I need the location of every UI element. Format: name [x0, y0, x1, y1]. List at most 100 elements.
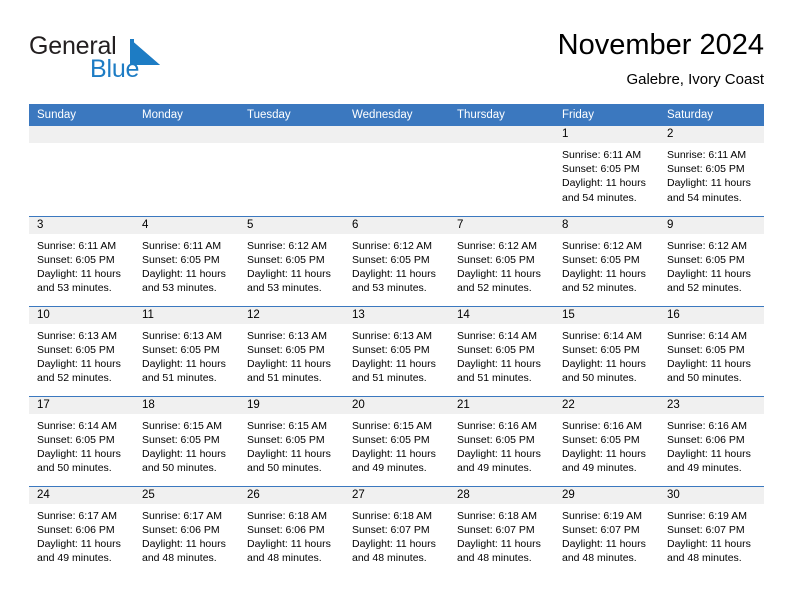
brand-name-blue: Blue [90, 55, 140, 83]
calendar-day-cell[interactable]: 6 Sunrise: 6:12 AM Sunset: 6:05 PM Daylight… [344, 215, 449, 306]
daylight-text-line2: and 50 minutes. [562, 372, 637, 385]
calendar-day-cell[interactable]: 7 Sunrise: 6:12 AM Sunset: 6:05 PM Daylight… [449, 215, 554, 306]
calendar-day-cell[interactable]: 18 Sunrise: 6:15 AM Sunset: 6:05 PM Dayligh… [134, 395, 239, 486]
calendar-day-cell[interactable]: 14 Sunrise: 6:14 AM Sunset: 6:05 PM Dayligh… [449, 305, 554, 396]
daylight-text-line1: Daylight: 11 hours [352, 537, 436, 550]
calendar-day-cell[interactable]: 28 Sunrise: 6:18 AM Sunset: 6:07 PM Dayligh… [449, 485, 554, 576]
calendar-day-cell[interactable]: 2 Sunrise: 6:11 AM Sunset: 6:05 PM Daylight… [659, 126, 764, 216]
calendar-day-cell[interactable]: 22 Sunrise: 6:16 AM Sunset: 6:05 PM Dayligh… [554, 395, 659, 486]
day-details: Sunrise: 6:19 AM Sunset: 6:07 PM Daylight:… [659, 504, 764, 566]
day-details: Sunrise: 6:11 AM Sunset: 6:05 PM Daylight:… [29, 234, 134, 296]
calendar-day-cell[interactable]: 15 Sunrise: 6:14 AM Sunset: 6:05 PM Dayligh… [554, 305, 659, 396]
calendar-day-cell[interactable]: 5 Sunrise: 6:12 AM Sunset: 6:05 PM Daylight… [239, 215, 344, 306]
day-number: 21 [449, 396, 554, 414]
daylight-text-line2: and 53 minutes. [37, 282, 112, 295]
sunrise-text: Sunrise: 6:12 AM [667, 239, 747, 252]
day-number [449, 126, 554, 143]
daylight-text-line2: and 48 minutes. [352, 552, 427, 565]
calendar-day-cell[interactable]: 4 Sunrise: 6:11 AM Sunset: 6:05 PM Daylight… [134, 215, 239, 306]
calendar-day-cell[interactable]: 19 Sunrise: 6:15 AM Sunset: 6:05 PM Dayligh… [239, 395, 344, 486]
sunrise-text: Sunrise: 6:14 AM [562, 329, 642, 342]
day-details: Sunrise: 6:12 AM Sunset: 6:05 PM Daylight:… [239, 234, 344, 296]
day-details: Sunrise: 6:14 AM Sunset: 6:05 PM Daylight:… [659, 324, 764, 386]
calendar-day-cell[interactable]: 9 Sunrise: 6:12 AM Sunset: 6:05 PM Daylight… [659, 215, 764, 306]
sunrise-text: Sunrise: 6:15 AM [352, 419, 432, 432]
day-details: Sunrise: 6:13 AM Sunset: 6:05 PM Daylight:… [344, 324, 449, 386]
daylight-text-line1: Daylight: 11 hours [667, 177, 751, 190]
sunrise-text: Sunrise: 6:15 AM [142, 419, 222, 432]
day-number [344, 126, 449, 143]
daylight-text-line2: and 48 minutes. [247, 552, 322, 565]
calendar-day-cell[interactable]: 17 Sunrise: 6:14 AM Sunset: 6:05 PM Dayligh… [29, 395, 134, 486]
daylight-text-line1: Daylight: 11 hours [667, 447, 751, 460]
weekday-header-thursday: Thursday [449, 104, 554, 126]
calendar-day-cell[interactable]: 21 Sunrise: 6:16 AM Sunset: 6:05 PM Dayligh… [449, 395, 554, 486]
weekday-header-saturday: Saturday [659, 104, 764, 126]
sunrise-text: Sunrise: 6:15 AM [247, 419, 327, 432]
weekday-header-wednesday: Wednesday [344, 104, 449, 126]
sunrise-text: Sunrise: 6:13 AM [247, 329, 327, 342]
sunrise-text: Sunrise: 6:18 AM [352, 509, 432, 522]
calendar-day-cell[interactable]: 16 Sunrise: 6:14 AM Sunset: 6:05 PM Dayligh… [659, 305, 764, 396]
sunrise-text: Sunrise: 6:17 AM [142, 509, 222, 522]
calendar-day-cell[interactable]: 20 Sunrise: 6:15 AM Sunset: 6:05 PM Dayligh… [344, 395, 449, 486]
calendar-day-cell[interactable]: 26 Sunrise: 6:18 AM Sunset: 6:06 PM Dayligh… [239, 485, 344, 576]
daylight-text-line1: Daylight: 11 hours [562, 267, 646, 280]
day-number: 29 [554, 486, 659, 504]
daylight-text-line2: and 54 minutes. [667, 191, 742, 204]
sunset-text: Sunset: 6:05 PM [562, 163, 640, 176]
day-number: 13 [344, 306, 449, 324]
weekday-header-tuesday: Tuesday [239, 104, 344, 126]
daylight-text-line1: Daylight: 11 hours [37, 447, 121, 460]
daylight-text-line1: Daylight: 11 hours [562, 357, 646, 370]
sunrise-text: Sunrise: 6:11 AM [562, 149, 642, 161]
sunset-text: Sunset: 6:05 PM [352, 343, 430, 356]
daylight-text-line1: Daylight: 11 hours [457, 357, 541, 370]
calendar-day-cell[interactable]: 24 Sunrise: 6:17 AM Sunset: 6:06 PM Dayligh… [29, 485, 134, 576]
brand-logo[interactable]: General Blue [29, 28, 249, 88]
day-number: 28 [449, 486, 554, 504]
daylight-text-line2: and 51 minutes. [247, 372, 322, 385]
day-number: 5 [239, 216, 344, 234]
calendar-day-cell[interactable]: 23 Sunrise: 6:16 AM Sunset: 6:06 PM Dayligh… [659, 395, 764, 486]
sunrise-text: Sunrise: 6:16 AM [562, 419, 642, 432]
sunset-text: Sunset: 6:05 PM [667, 163, 745, 176]
calendar-day-cell[interactable]: 10 Sunrise: 6:13 AM Sunset: 6:05 PM Dayligh… [29, 305, 134, 396]
calendar-day-cell[interactable]: 30 Sunrise: 6:19 AM Sunset: 6:07 PM Dayligh… [659, 485, 764, 576]
page-title: November 2024 [557, 29, 764, 61]
day-number: 11 [134, 306, 239, 324]
daylight-text-line1: Daylight: 11 hours [142, 357, 226, 370]
calendar-day-cell-empty [134, 126, 239, 216]
day-details: Sunrise: 6:19 AM Sunset: 6:07 PM Daylight:… [554, 504, 659, 566]
calendar-day-cell[interactable]: 29 Sunrise: 6:19 AM Sunset: 6:07 PM Dayligh… [554, 485, 659, 576]
day-details: Sunrise: 6:17 AM Sunset: 6:06 PM Daylight:… [134, 504, 239, 566]
calendar-day-cell[interactable]: 11 Sunrise: 6:13 AM Sunset: 6:05 PM Dayligh… [134, 305, 239, 396]
calendar-day-cell[interactable]: 3 Sunrise: 6:11 AM Sunset: 6:05 PM Daylight… [29, 215, 134, 306]
daylight-text-line1: Daylight: 11 hours [562, 177, 646, 190]
sunset-text: Sunset: 6:05 PM [457, 343, 535, 356]
sunset-text: Sunset: 6:05 PM [37, 343, 115, 356]
day-details: Sunrise: 6:18 AM Sunset: 6:06 PM Daylight:… [239, 504, 344, 566]
daylight-text-line1: Daylight: 11 hours [667, 267, 751, 280]
day-details: Sunrise: 6:12 AM Sunset: 6:05 PM Daylight:… [659, 234, 764, 296]
day-number: 3 [29, 216, 134, 234]
daylight-text-line2: and 52 minutes. [667, 282, 742, 295]
daylight-text-line2: and 49 minutes. [562, 462, 637, 475]
day-number: 20 [344, 396, 449, 414]
daylight-text-line1: Daylight: 11 hours [562, 447, 646, 460]
day-details: Sunrise: 6:15 AM Sunset: 6:05 PM Daylight:… [134, 414, 239, 476]
calendar-day-cell-empty [239, 126, 344, 216]
calendar-day-cell[interactable]: 1 Sunrise: 6:11 AM Sunset: 6:05 PM Daylight… [554, 126, 659, 216]
sunrise-text: Sunrise: 6:13 AM [352, 329, 432, 342]
daylight-text-line1: Daylight: 11 hours [667, 537, 751, 550]
calendar-day-cell[interactable]: 12 Sunrise: 6:13 AM Sunset: 6:05 PM Dayligh… [239, 305, 344, 396]
calendar-day-cell[interactable]: 8 Sunrise: 6:12 AM Sunset: 6:05 PM Daylight… [554, 215, 659, 306]
sunset-text: Sunset: 6:07 PM [562, 523, 640, 536]
calendar-day-cell[interactable]: 13 Sunrise: 6:13 AM Sunset: 6:05 PM Dayligh… [344, 305, 449, 396]
daylight-text-line1: Daylight: 11 hours [457, 267, 541, 280]
sunset-text: Sunset: 6:05 PM [667, 253, 745, 266]
calendar-day-cell[interactable]: 27 Sunrise: 6:18 AM Sunset: 6:07 PM Dayligh… [344, 485, 449, 576]
calendar-day-cell[interactable]: 25 Sunrise: 6:17 AM Sunset: 6:06 PM Dayligh… [134, 485, 239, 576]
calendar-day-cell-empty [29, 126, 134, 216]
daylight-text-line2: and 51 minutes. [457, 372, 532, 385]
